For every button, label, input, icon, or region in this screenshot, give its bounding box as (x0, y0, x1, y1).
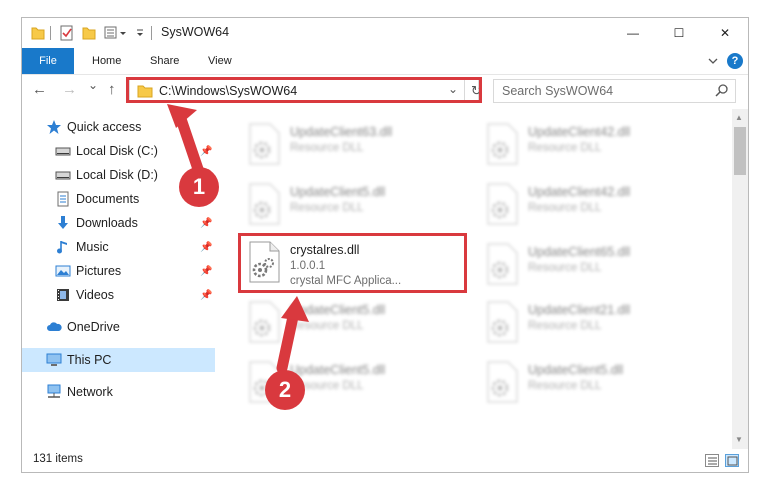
annotation-arrows (167, 104, 309, 374)
callout-badge-2: 2 (265, 370, 305, 410)
callout-badge-1: 1 (179, 167, 219, 207)
